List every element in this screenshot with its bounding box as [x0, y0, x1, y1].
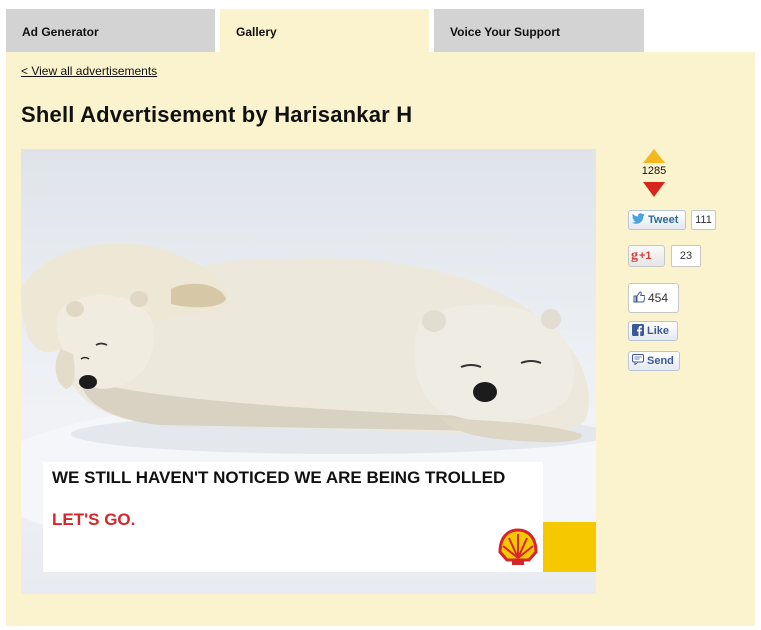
tab-gallery[interactable]: Gallery [220, 9, 429, 52]
like-count: 454 [648, 291, 669, 305]
tab-voice-your-support[interactable]: Voice Your Support [434, 9, 644, 52]
google-plus-one-button[interactable]: g +1 [628, 245, 665, 267]
content-panel: < View all advertisements Shell Advertis… [6, 52, 755, 626]
upvote-button[interactable] [643, 147, 665, 163]
tab-ad-generator[interactable]: Ad Generator [6, 9, 215, 52]
ad-caption-box: WE STILL HAVEN'T NOTICED WE ARE BEING TR… [43, 462, 543, 572]
fb-send-label: Send [647, 355, 674, 367]
tweet-label: Tweet [648, 214, 679, 226]
facebook-like-count-box: 454 [628, 283, 679, 313]
facebook-like-button[interactable]: Like [628, 321, 678, 341]
twitter-bird-icon [632, 213, 645, 227]
tab-bar: Ad Generator Gallery Voice Your Support [6, 9, 756, 52]
google-g-icon: g [631, 248, 638, 263]
ad-headline: WE STILL HAVEN'T NOTICED WE ARE BEING TR… [52, 468, 506, 487]
tweet-button[interactable]: Tweet [628, 210, 686, 230]
shell-logo [493, 522, 543, 572]
thumbs-up-icon [633, 290, 646, 306]
advertisement-image: WE STILL HAVEN'T NOTICED WE ARE BEING TR… [21, 149, 596, 594]
vote-count: 1285 [641, 165, 667, 177]
downvote-button[interactable] [643, 182, 665, 198]
send-icon [632, 354, 644, 368]
tweet-count: 111 [691, 210, 716, 230]
ad-tagline: LET'S GO. [52, 510, 136, 529]
gplus-label: +1 [639, 250, 652, 262]
view-all-link[interactable]: < View all advertisements [21, 64, 157, 78]
facebook-icon [632, 323, 644, 339]
facebook-send-button[interactable]: Send [628, 351, 680, 371]
gplus-count: 23 [671, 245, 701, 267]
shell-yellow-band [543, 522, 596, 572]
page-title: Shell Advertisement by Harisankar H [21, 102, 413, 127]
fb-like-label: Like [647, 325, 670, 337]
